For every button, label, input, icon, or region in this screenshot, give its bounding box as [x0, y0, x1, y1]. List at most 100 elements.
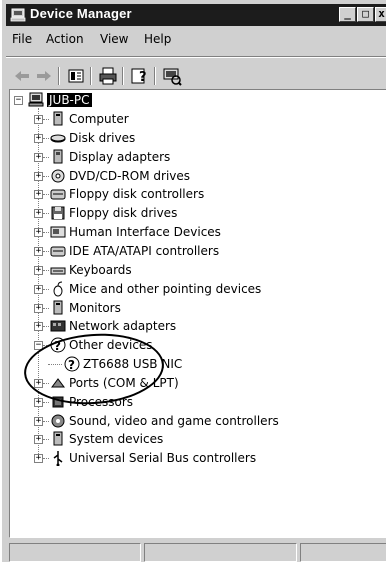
toolbar-divider [122, 67, 124, 85]
disk-drive-icon [50, 134, 66, 143]
tree-item-label: Sound, video and game controllers [69, 413, 279, 428]
computer-icon [53, 111, 63, 126]
expand-toggle[interactable]: + [34, 152, 43, 162]
display-adapter-icon [53, 149, 63, 164]
status-pane [9, 543, 141, 562]
tree-item-label: Disk drives [69, 130, 136, 145]
expand-toggle[interactable]: + [34, 284, 43, 294]
tree-connector-line [43, 326, 49, 328]
device-tree-view[interactable]: − JUB-PC + Computer + Disk drives + Display a… [9, 89, 386, 538]
tree-category-item[interactable]: + Keyboards [10, 261, 380, 280]
tree-category-item[interactable]: + Computer [10, 110, 380, 129]
tree-category-item[interactable]: + Monitors [10, 299, 380, 318]
usb-icon [53, 451, 63, 467]
tree-category-item[interactable]: + Universal Serial Bus controllers [10, 449, 380, 468]
tree-item-label: Universal Serial Bus controllers [69, 451, 257, 466]
mouse-icon [53, 281, 63, 297]
tree-connector-line [43, 458, 49, 460]
menu-help[interactable]: Help [144, 32, 171, 46]
tree-item-label: Human Interface Devices [69, 225, 221, 240]
keyboard-icon [50, 267, 66, 275]
expand-toggle[interactable]: + [34, 435, 43, 445]
tree-category-item[interactable]: + Display adapters [10, 148, 380, 167]
tree-item-label: IDE ATA/ATAPI controllers [69, 243, 220, 258]
tree-item-label: System devices [69, 432, 164, 447]
tree-connector-line [43, 269, 49, 271]
maximize-button[interactable]: □ [357, 7, 374, 22]
tree-connector-line [43, 250, 49, 252]
tree-connector-line [43, 401, 49, 403]
monitor-icon [53, 300, 63, 314]
tree-item-label: Computer [69, 112, 129, 126]
expand-toggle[interactable]: + [34, 228, 43, 238]
close-button[interactable]: x [375, 7, 386, 22]
scan-hardware-icon[interactable] [162, 66, 182, 86]
expand-toggle[interactable]: + [34, 133, 43, 143]
tree-connector-line [43, 288, 49, 290]
tree-category-item[interactable]: + Floppy disk controllers [10, 185, 380, 204]
tree-category-item[interactable]: + Network adapters [10, 317, 380, 336]
help-icon[interactable]: ? [130, 66, 150, 86]
print-icon[interactable] [98, 66, 118, 86]
toolbar: ? [6, 64, 386, 88]
computer-icon [28, 92, 44, 107]
properties-icon[interactable] [66, 66, 86, 86]
device-manager-window: Device Manager _ □ x File Action View He… [0, 0, 386, 562]
dvd-drive-icon [51, 169, 65, 183]
tree-connector-line [43, 213, 49, 215]
tree-connector-line [43, 232, 49, 234]
toolbar-divider [90, 67, 92, 85]
sound-icon [51, 414, 65, 428]
toolbar-divider [58, 67, 60, 85]
floppy-drive-icon [51, 206, 65, 220]
menu-view[interactable]: View [100, 32, 128, 46]
tree-connector-line [43, 307, 49, 309]
expand-toggle[interactable]: + [34, 303, 43, 313]
tree-category-item[interactable]: + DVD/CD-ROM drives [10, 167, 380, 186]
expand-toggle[interactable]: + [34, 397, 43, 407]
tree-item-label: Floppy disk drives [69, 206, 178, 221]
tree-connector-line [43, 439, 49, 441]
device-manager-icon [10, 8, 26, 22]
tree-category-item[interactable]: + IDE ATA/ATAPI controllers [10, 242, 380, 261]
tree-connector-line [43, 194, 49, 196]
status-bar [6, 541, 386, 562]
tree-item-label: Network adapters [69, 319, 177, 334]
back-arrow-icon[interactable] [12, 66, 32, 86]
tree-connector-line [43, 420, 49, 422]
window-title: Device Manager [30, 6, 132, 21]
tree-root[interactable]: − JUB-PC [10, 91, 380, 110]
tree-connector-line [43, 119, 49, 120]
status-pane [144, 543, 297, 562]
expand-toggle[interactable]: + [34, 209, 43, 219]
expand-toggle[interactable]: + [34, 322, 43, 332]
tree-connector-line [43, 137, 49, 139]
forward-arrow-icon[interactable] [34, 66, 54, 86]
expand-toggle[interactable]: + [34, 171, 43, 181]
expand-toggle[interactable]: + [34, 115, 43, 124]
tree-category-item[interactable]: + Human Interface Devices [10, 223, 380, 242]
tree-category-item[interactable]: + Disk drives [10, 129, 380, 148]
collapse-toggle[interactable]: − [14, 96, 23, 105]
expand-toggle[interactable]: + [34, 416, 43, 426]
minimize-button[interactable]: _ [339, 7, 356, 22]
system-device-icon [53, 431, 63, 446]
expand-toggle[interactable]: + [34, 190, 43, 200]
expand-toggle[interactable]: + [34, 246, 43, 256]
tree-category-item[interactable]: + Mice and other pointing devices [10, 280, 380, 299]
controller-icon [50, 189, 66, 200]
tree-item-label: Mice and other pointing devices [69, 281, 262, 296]
menu-bar: File Action View Help [6, 28, 386, 50]
menu-action[interactable]: Action [46, 32, 84, 46]
menu-file[interactable]: File [12, 32, 32, 46]
tree-category-item[interactable]: + System devices [10, 430, 380, 449]
device-tree: − JUB-PC + Computer + Disk drives + Display a… [10, 90, 386, 537]
tree-item-label: Floppy disk controllers [69, 187, 205, 202]
tree-root-label: JUB-PC [47, 93, 92, 107]
title-bar[interactable]: Device Manager _ □ x [6, 4, 386, 26]
expand-toggle[interactable]: + [34, 454, 43, 464]
expand-toggle[interactable]: + [34, 265, 43, 275]
tree-category-item[interactable]: + Sound, video and game controllers [10, 412, 380, 431]
tree-category-item[interactable]: + Floppy disk drives [10, 204, 380, 223]
controller-icon [50, 246, 66, 257]
